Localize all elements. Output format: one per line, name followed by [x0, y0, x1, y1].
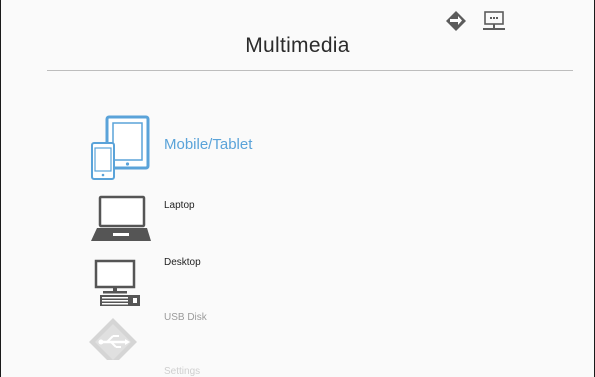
usb-icon — [89, 318, 137, 360]
menu-item-laptop[interactable]: Laptop — [81, 195, 441, 245]
menu-item-mobile-tablet[interactable]: Mobile/Tablet — [81, 115, 441, 181]
laptop-icon — [91, 195, 151, 241]
menu-item-settings[interactable]: Settings — [81, 366, 441, 377]
menu-item-label: Laptop — [164, 200, 195, 211]
desktop-icon — [94, 259, 140, 306]
menu-item-desktop[interactable]: Desktop — [81, 255, 441, 311]
network-diamond-icon[interactable] — [445, 10, 467, 32]
lan-connection-icon[interactable] — [482, 11, 506, 33]
header-divider — [47, 70, 573, 71]
menu-item-label: Settings — [164, 366, 201, 377]
menu-item-label: Mobile/Tablet — [164, 136, 253, 153]
page-title: Multimedia — [245, 34, 350, 57]
mobile-tablet-icon — [91, 115, 150, 180]
app-frame: Multimedia Mobile/Tablet Laptop Desktop … — [0, 0, 595, 377]
menu-item-label: USB Disk — [164, 312, 207, 323]
menu-item-usb-disk[interactable]: USB Disk — [81, 312, 441, 360]
menu-item-label: Desktop — [164, 257, 201, 268]
